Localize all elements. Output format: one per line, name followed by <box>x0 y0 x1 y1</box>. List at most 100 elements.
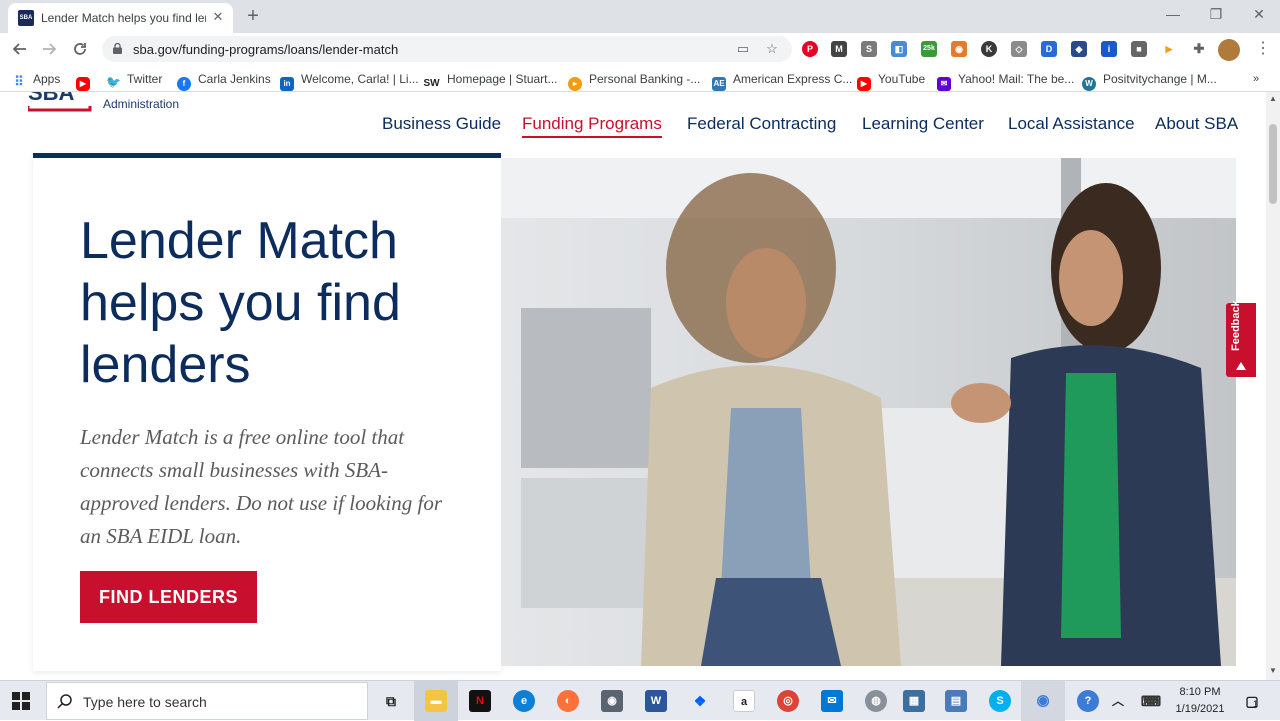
task-view-icon[interactable]: ⧉ <box>380 690 402 712</box>
tab-strip: SBA Lender Match helps you find lenders … <box>0 0 1280 33</box>
file-explorer-icon[interactable]: ▬ <box>425 690 447 712</box>
nav-local-assistance[interactable]: Local Assistance <box>1008 114 1135 134</box>
triangle-up-icon <box>1236 362 1246 370</box>
windows-taskbar: Type here to search ⧉ ▬ N e ◐ ◉ W ❖ a ◎ … <box>0 680 1280 721</box>
bookmark-twitter[interactable]: 🐦 Twitter <box>106 71 162 89</box>
help-icon[interactable]: ? <box>1077 690 1099 712</box>
bookmark-yahoo-mail[interactable]: ✉ Yahoo! Mail: The be... <box>937 71 1074 91</box>
yahoo-mail-icon: ✉ <box>937 77 951 91</box>
arrow-left-icon <box>12 43 26 55</box>
mail-icon[interactable]: ✉ <box>821 690 843 712</box>
notifications-icon[interactable]: ▢ <box>1241 690 1263 712</box>
tray-chevron-up-icon[interactable]: ︿ <box>1107 690 1129 712</box>
browser-toolbar: sba.gov/funding-programs/loans/lender-ma… <box>0 33 1280 65</box>
sw-icon: SW <box>423 78 440 89</box>
nav-business-guide[interactable]: Business Guide <box>382 114 501 134</box>
bookmark-amex[interactable]: AE American Express C... <box>712 71 852 91</box>
play-extension-icon[interactable]: ▶ <box>1161 41 1177 57</box>
info-extension-icon[interactable]: i <box>1101 41 1117 57</box>
browser-tab[interactable]: SBA Lender Match helps you find lenders … <box>8 3 233 33</box>
bookmark-banking[interactable]: ▸ Personal Banking -... <box>568 71 701 91</box>
scroll-down-arrow-icon[interactable]: ▼ <box>1269 666 1277 675</box>
page-scrollbar[interactable]: ▲ ▼ <box>1266 92 1280 680</box>
m-extension-icon[interactable]: M <box>831 41 847 57</box>
app-icon[interactable]: ◍ <box>865 690 887 712</box>
bookmark-star-icon[interactable]: ☆ <box>764 41 780 57</box>
arrow-right-icon <box>43 43 57 55</box>
recording-app-icon[interactable]: ◉ <box>1032 690 1054 712</box>
bookmark-stuart[interactable]: SW Homepage | Stuart... <box>423 71 558 89</box>
bookmark-label: Carla Jenkins <box>198 72 271 86</box>
skype-icon[interactable]: S <box>989 690 1011 712</box>
remote-desktop-icon[interactable]: ▤ <box>945 690 967 712</box>
bookmark-facebook[interactable]: f Carla Jenkins <box>177 71 271 91</box>
bookmark-linkedin[interactable]: in Welcome, Carla! | Li... <box>280 71 419 91</box>
scroll-up-arrow-icon[interactable]: ▲ <box>1269 94 1277 103</box>
square-extension-icon[interactable]: ■ <box>1131 41 1147 57</box>
bookmarks-overflow-icon[interactable]: » <box>1253 71 1259 87</box>
forward-button[interactable] <box>38 38 60 60</box>
nav-funding-programs[interactable]: Funding Programs <box>522 114 662 138</box>
person-extension-icon[interactable]: ◆ <box>1071 41 1087 57</box>
amazon-icon[interactable]: a <box>733 690 755 712</box>
taskbar-search-input[interactable]: Type here to search <box>46 682 368 720</box>
logo-subtitle: Administration <box>103 97 180 111</box>
bookmark-wordpress[interactable]: W Positvitychange | M... <box>1082 71 1217 91</box>
scrollbar-thumb[interactable] <box>1269 124 1277 204</box>
chrome-icon[interactable]: ◎ <box>777 690 799 712</box>
word-icon[interactable]: W <box>645 690 667 712</box>
bookmark-apps[interactable]: ⠿ Apps <box>12 71 60 89</box>
back-button[interactable] <box>9 38 31 60</box>
profile-avatar[interactable] <box>1218 39 1240 61</box>
tab-close-icon[interactable]: ✕ <box>210 9 226 25</box>
bookmark-youtube-icon-only[interactable]: ▶ <box>76 71 97 91</box>
bookmarks-bar: ⠿ Apps ▶ 🐦 Twitter f Carla Jenkins in Welcom… <box>0 65 1280 92</box>
nav-learning-center[interactable]: Learning Center <box>862 114 984 134</box>
bookmark-label: Homepage | Stuart... <box>447 72 558 86</box>
maximize-button[interactable]: ❐ <box>1201 4 1231 24</box>
s-extension-icon[interactable]: S <box>861 41 877 57</box>
new-tab-button[interactable]: + <box>243 5 263 27</box>
cast-icon[interactable]: ▭ <box>735 41 751 57</box>
address-bar[interactable]: sba.gov/funding-programs/loans/lender-ma… <box>102 36 792 62</box>
chrome-menu-icon[interactable]: ⋮ <box>1255 39 1271 59</box>
calculator-icon[interactable]: ▦ <box>903 690 925 712</box>
facebook-icon: f <box>177 77 191 91</box>
25k-extension-icon[interactable]: 25k <box>921 41 937 57</box>
bookmark-youtube[interactable]: ▶ YouTube <box>857 71 925 91</box>
pinterest-extension-icon[interactable]: P <box>802 41 818 57</box>
reload-button[interactable] <box>69 38 91 60</box>
sba-logo-text: SBA <box>28 92 75 105</box>
bookmark-label: Welcome, Carla! | Li... <box>301 72 419 86</box>
search-icon <box>57 694 72 709</box>
nav-about-sba[interactable]: About SBA <box>1155 114 1238 134</box>
d-extension-icon[interactable]: D <box>1041 41 1057 57</box>
sba-logo[interactable]: SBA <box>28 92 94 122</box>
edge-icon[interactable]: e <box>513 690 535 712</box>
netflix-icon[interactable]: N <box>469 690 491 712</box>
clip-extension-icon[interactable]: ◧ <box>891 41 907 57</box>
bookmark-label: Personal Banking -... <box>589 72 701 86</box>
puzzle-extension-icon[interactable]: ✚ <box>1191 41 1207 57</box>
camera-icon[interactable]: ◉ <box>601 690 623 712</box>
find-lenders-button[interactable]: FIND LENDERS <box>80 571 257 623</box>
banking-icon: ▸ <box>568 77 582 91</box>
firefox-icon[interactable]: ◐ <box>557 690 579 712</box>
minimize-button[interactable]: — <box>1158 4 1188 24</box>
camera-extension-icon[interactable]: ◉ <box>951 41 967 57</box>
shield-extension-icon[interactable]: ◇ <box>1011 41 1027 57</box>
feedback-tab[interactable]: Feedback <box>1226 300 1256 377</box>
keyboard-icon[interactable]: ⌨ <box>1140 690 1162 712</box>
windows-start-icon[interactable] <box>12 692 30 710</box>
clock-date[interactable]: 1/19/2021 <box>1170 703 1230 715</box>
clock-time[interactable]: 8:10 PM <box>1170 686 1230 698</box>
dropbox-icon[interactable]: ❖ <box>689 690 711 712</box>
hero-description: Lender Match is a free online tool that … <box>80 425 443 548</box>
close-window-button[interactable]: ✕ <box>1244 4 1274 24</box>
k-extension-icon[interactable]: K <box>981 41 997 57</box>
lock-icon <box>113 43 122 54</box>
youtube-icon: ▶ <box>76 77 90 91</box>
amex-icon: AE <box>712 77 726 91</box>
nav-federal-contracting[interactable]: Federal Contracting <box>687 114 836 134</box>
twitter-icon: 🐦 <box>106 75 121 89</box>
